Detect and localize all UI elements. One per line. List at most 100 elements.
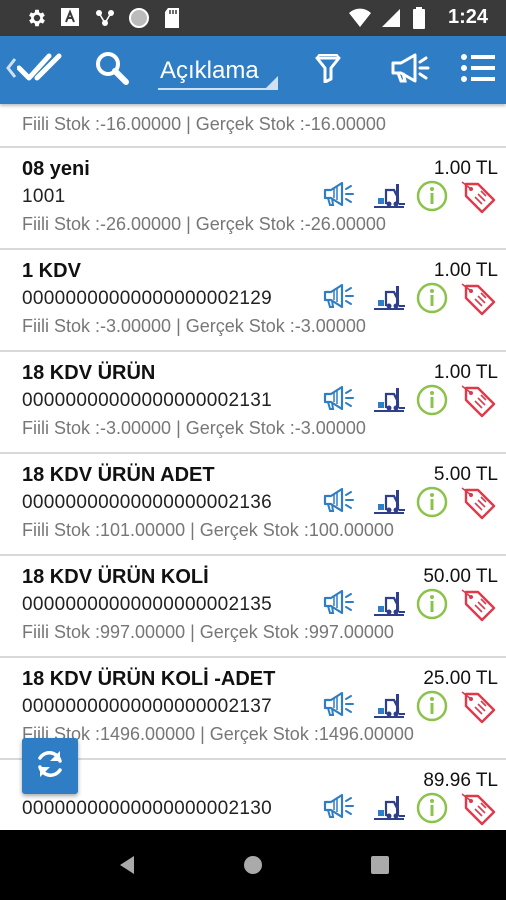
product-code: 00000000000000000002137 [22, 696, 272, 717]
megaphone-icon[interactable] [322, 792, 356, 827]
price-tag-icon[interactable] [460, 180, 496, 221]
product-name: 18 KDV ÜRÜN KOLİ [22, 566, 209, 588]
megaphone-icon[interactable] [322, 384, 356, 419]
search-icon [94, 50, 130, 91]
info-icon[interactable] [416, 690, 448, 727]
product-stock: Fiili Stok :-3.00000 | Gerçek Stok :-3.0… [22, 316, 366, 336]
price-tag-icon[interactable] [460, 282, 496, 323]
list-item[interactable]: 1 KDV 1.00 TL 00000000000000000002129 Fi… [0, 250, 506, 352]
gear-icon [26, 7, 48, 29]
forklift-icon[interactable] [372, 180, 406, 215]
forklift-icon[interactable] [372, 792, 406, 827]
filter-icon [314, 53, 342, 88]
forklift-icon[interactable] [372, 588, 406, 623]
product-name: 18 KDV ÜRÜN ADET [22, 464, 215, 486]
product-code: 00000000000000000002135 [22, 594, 272, 615]
field-dropdown[interactable]: Açıklama [158, 48, 280, 94]
list-menu-button[interactable] [452, 36, 504, 104]
circle-icon [128, 7, 150, 29]
list-item[interactable]: Fiili Stok :-16.00000 | Gerçek Stok :-16… [0, 104, 506, 148]
forklift-icon[interactable] [372, 690, 406, 725]
list-item[interactable]: 08 yeni 1.00 TL 1001 Fiili Stok :-26.000… [0, 148, 506, 250]
megaphone-icon[interactable] [322, 588, 356, 623]
share-dots-icon [94, 7, 116, 29]
product-price: 50.00 TL [423, 566, 498, 587]
recents-square-icon[interactable] [370, 855, 390, 880]
select-all-button[interactable] [2, 36, 72, 104]
info-icon[interactable] [416, 486, 448, 523]
row-actions [322, 384, 496, 420]
info-icon[interactable] [416, 282, 448, 319]
double-check-icon [16, 53, 69, 88]
product-code: 00000000000000000002136 [22, 492, 272, 513]
price-tag-icon[interactable] [460, 384, 496, 425]
home-circle-icon[interactable] [242, 854, 264, 881]
search-button[interactable] [90, 36, 134, 104]
product-stock: Fiili Stok :997.00000 | Gerçek Stok :997… [22, 622, 394, 642]
info-icon[interactable] [416, 588, 448, 625]
product-code: 1001 [22, 186, 66, 207]
info-icon[interactable] [416, 792, 448, 829]
wifi-icon [348, 7, 371, 29]
product-stock: Fiili Stok :101.00000 | Gerçek Stok :100… [22, 520, 394, 540]
info-icon[interactable] [416, 180, 448, 217]
back-triangle-icon[interactable] [116, 854, 138, 881]
text-a-icon [60, 7, 82, 29]
product-price: 1.00 TL [433, 362, 498, 383]
sd-card-icon [162, 7, 184, 29]
price-tag-icon[interactable] [460, 792, 496, 830]
battery-icon [412, 6, 434, 29]
info-icon[interactable] [416, 384, 448, 421]
price-tag-icon[interactable] [460, 588, 496, 629]
toolbar: Açıklama [0, 36, 506, 104]
price-tag-icon[interactable] [460, 690, 496, 731]
chevron-left-icon [5, 57, 17, 84]
product-price: 25.00 TL [423, 668, 498, 689]
announce-button[interactable] [382, 36, 438, 104]
forklift-icon[interactable] [372, 384, 406, 419]
megaphone-icon[interactable] [322, 282, 356, 317]
dropdown-arrow-icon [266, 76, 278, 88]
list-menu-icon [461, 53, 495, 87]
forklift-icon[interactable] [372, 486, 406, 521]
row-actions [322, 180, 496, 216]
product-code: 00000000000000000002131 [22, 390, 272, 411]
signal-icon [380, 7, 402, 29]
megaphone-icon[interactable] [322, 486, 356, 521]
status-bar: 1:24 [0, 0, 506, 36]
product-name: 08 yeni [22, 158, 90, 180]
row-actions [322, 588, 496, 624]
product-stock: Fiili Stok :1496.00000 | Gerçek Stok :14… [22, 724, 414, 744]
filter-button[interactable] [306, 36, 350, 104]
megaphone-icon [389, 52, 431, 89]
product-code: 00000000000000000002130 [22, 798, 272, 819]
megaphone-icon[interactable] [322, 180, 356, 215]
list-item[interactable]: 18 KDV ÜRÜN KOLİ 50.00 TL 00000000000000… [0, 556, 506, 658]
row-actions [322, 486, 496, 522]
list-item[interactable]: 18 KDV ÜRÜN 1.00 TL 00000000000000000002… [0, 352, 506, 454]
row-actions [322, 690, 496, 726]
product-stock: Fiili Stok :-26.00000 | Gerçek Stok :-26… [22, 214, 386, 234]
product-price: 5.00 TL [433, 464, 498, 485]
refresh-button[interactable] [22, 738, 78, 794]
row-actions [322, 282, 496, 318]
megaphone-icon[interactable] [322, 690, 356, 725]
product-name: 1 KDV [22, 260, 81, 282]
product-price: 1.00 TL [433, 158, 498, 179]
refresh-icon [33, 747, 67, 786]
product-code: 00000000000000000002129 [22, 288, 272, 309]
product-price: 89.96 TL [423, 770, 498, 791]
clock: 1:24 [447, 6, 488, 28]
product-name: 18 KDV ÜRÜN KOLİ -ADET [22, 668, 276, 690]
navigation-bar [0, 830, 506, 900]
price-tag-icon[interactable] [460, 486, 496, 527]
field-dropdown-value: Açıklama [160, 57, 259, 84]
product-name: 18 KDV ÜRÜN [22, 362, 156, 384]
product-price: 1.00 TL [433, 260, 498, 281]
product-stock: Fiili Stok :-3.00000 | Gerçek Stok :-3.0… [22, 418, 366, 438]
list-item[interactable]: 18 KDV ÜRÜN ADET 5.00 TL 000000000000000… [0, 454, 506, 556]
product-stock: Fiili Stok :-16.00000 | Gerçek Stok :-16… [22, 114, 386, 134]
product-list[interactable]: Fiili Stok :-16.00000 | Gerçek Stok :-16… [0, 104, 506, 830]
row-actions [322, 792, 496, 828]
forklift-icon[interactable] [372, 282, 406, 317]
